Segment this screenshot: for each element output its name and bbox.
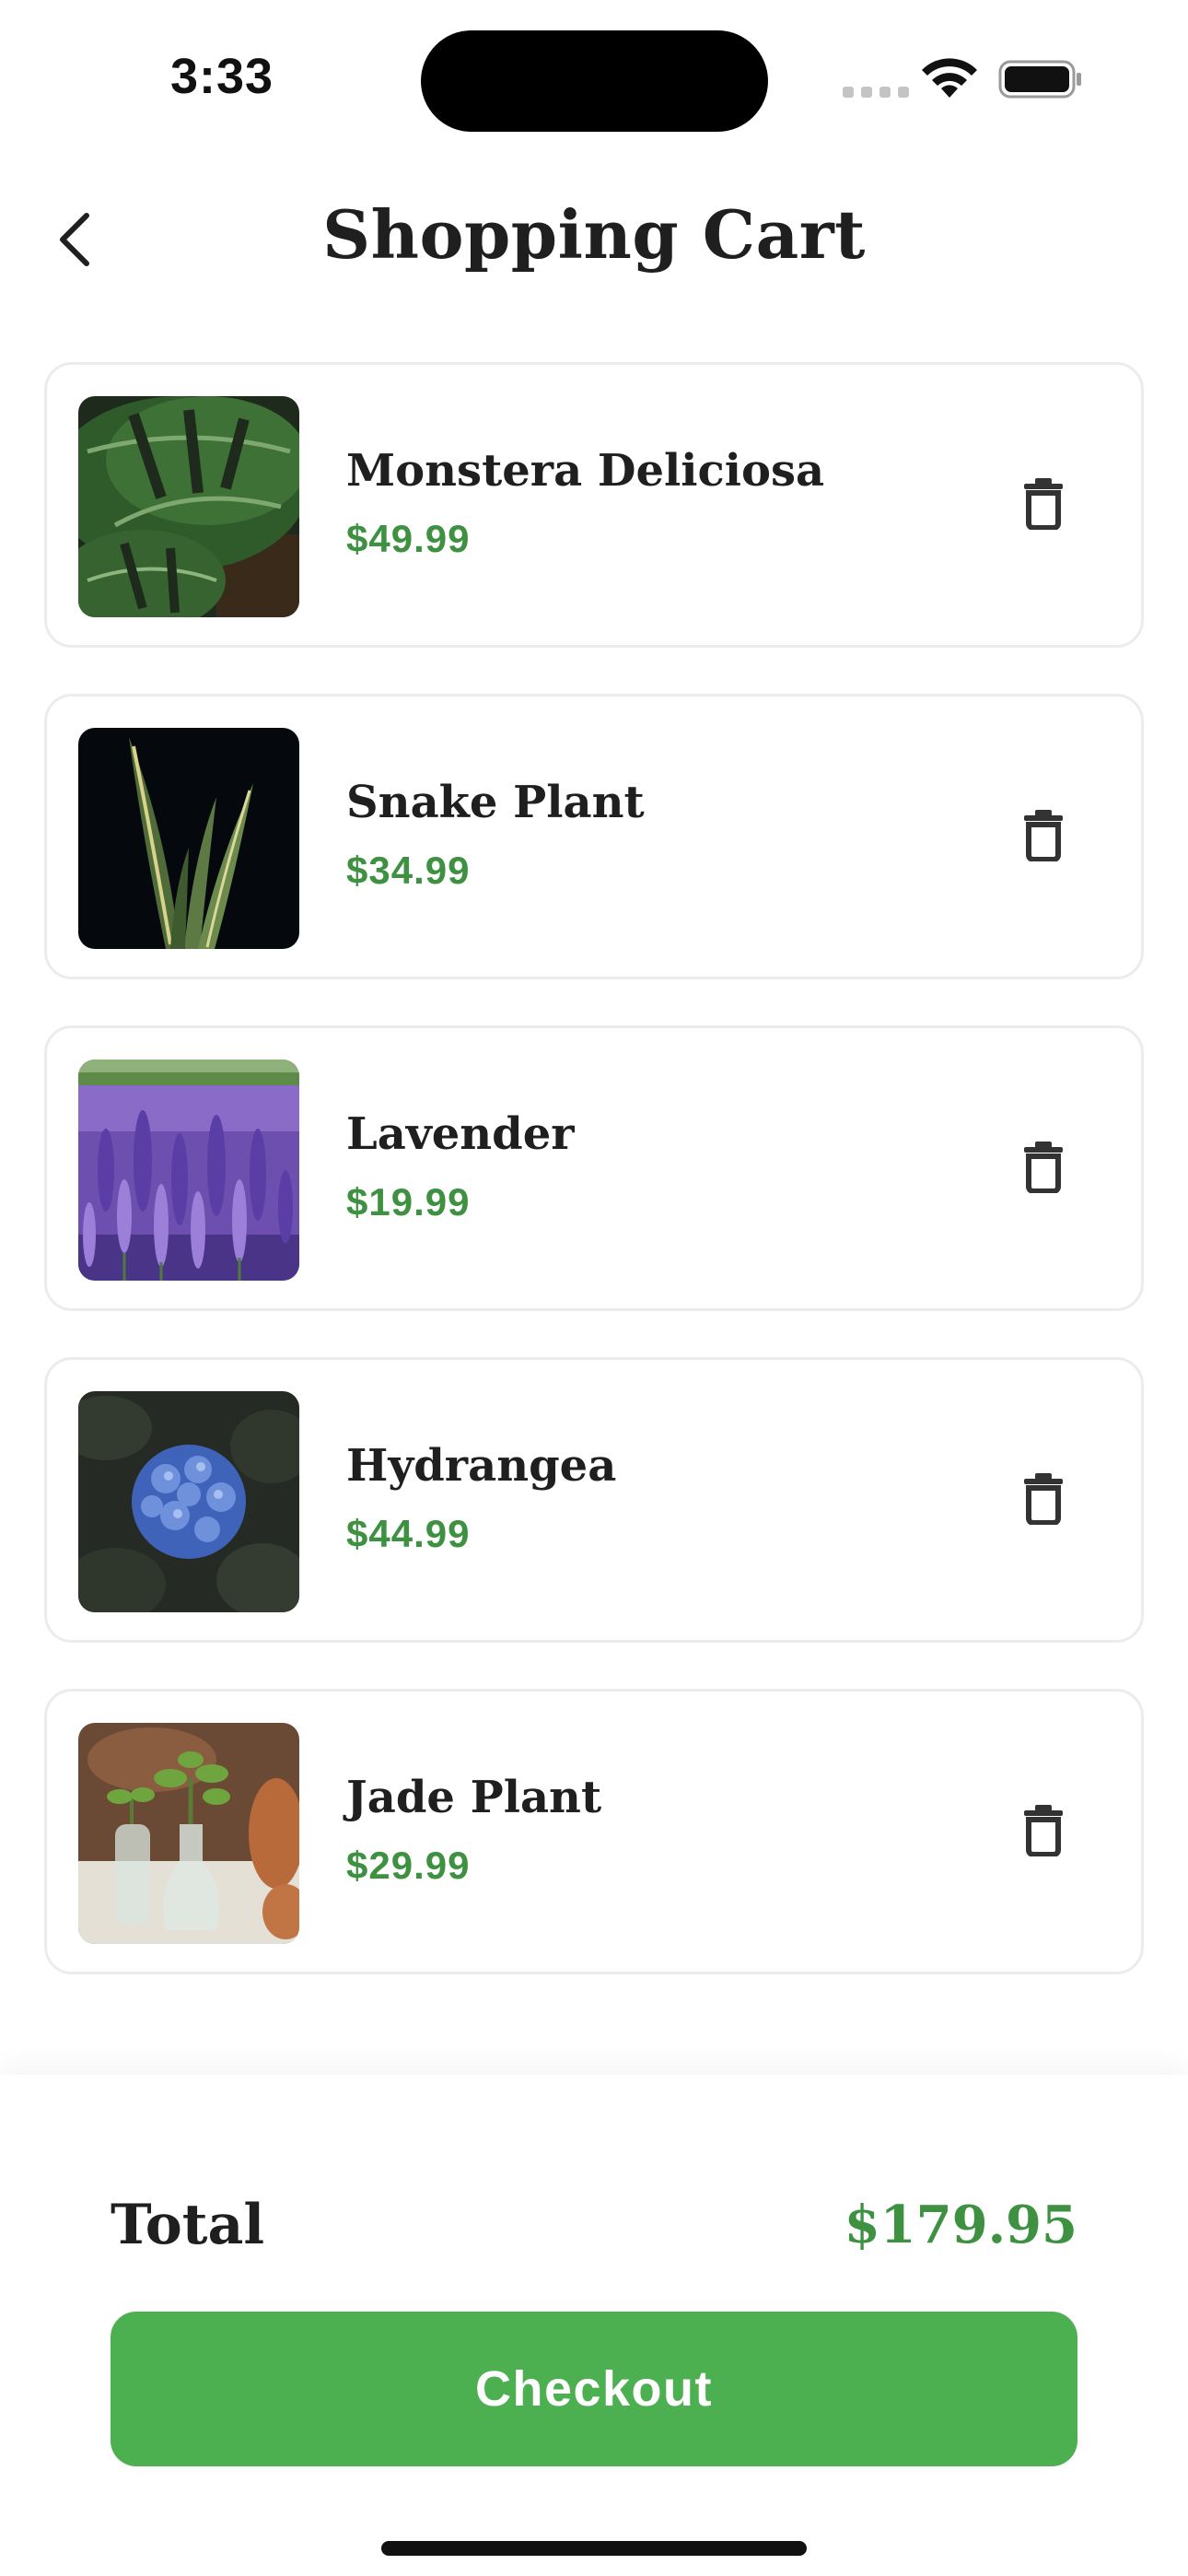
cart-item[interactable]: Monstera Deliciosa $49.99 (44, 362, 1144, 648)
product-image-jade-plant (78, 1723, 299, 1944)
item-name: Hydrangea (346, 1440, 617, 1492)
home-indicator (381, 2541, 807, 2556)
battery-icon (998, 60, 1081, 99)
cart-item[interactable]: Snake Plant $34.99 (44, 694, 1144, 979)
item-name: Snake Plant (346, 777, 645, 828)
item-price: $49.99 (346, 517, 471, 560)
trash-icon (1024, 478, 1063, 530)
page-title: Shopping Cart (322, 195, 866, 274)
wifi-icon (922, 58, 977, 98)
cart-item-list: Monstera Deliciosa $49.99 Snake Plant $3… (44, 362, 1144, 2020)
trash-icon (1024, 1142, 1063, 1193)
trash-icon (1024, 810, 1063, 861)
trash-icon (1024, 1805, 1063, 1856)
item-price: $34.99 (346, 849, 471, 892)
checkout-button[interactable]: Checkout (111, 2312, 1077, 2466)
product-image-monstera (78, 396, 299, 617)
product-image-hydrangea (78, 1391, 299, 1612)
product-image-snake-plant (78, 728, 299, 949)
cart-item[interactable]: Jade Plant $29.99 (44, 1689, 1144, 1974)
shopping-cart-screen: 3:33 Shopping Cart Monstera Deliciosa $4… (0, 0, 1188, 2576)
delete-button[interactable] (1016, 466, 1071, 540)
total-label: Total (111, 2193, 265, 2257)
delete-button[interactable] (1016, 1461, 1071, 1535)
item-price: $44.99 (346, 1512, 471, 1555)
cart-item[interactable]: Hydrangea $44.99 (44, 1357, 1144, 1643)
total-value: $179.95 (844, 2195, 1077, 2255)
product-image-lavender (78, 1060, 299, 1281)
item-price: $19.99 (346, 1180, 471, 1224)
item-name: Lavender (346, 1108, 575, 1160)
delete-button[interactable] (1016, 1130, 1071, 1203)
trash-icon (1024, 1473, 1063, 1525)
dynamic-island (421, 30, 768, 132)
delete-button[interactable] (1016, 1793, 1071, 1867)
status-time: 3:33 (170, 49, 274, 104)
item-price: $29.99 (346, 1844, 471, 1887)
cart-item[interactable]: Lavender $19.99 (44, 1025, 1144, 1311)
delete-button[interactable] (1016, 798, 1071, 872)
cellular-signal-icon (843, 87, 909, 98)
item-name: Monstera Deliciosa (346, 445, 825, 497)
item-name: Jade Plant (346, 1772, 602, 1823)
